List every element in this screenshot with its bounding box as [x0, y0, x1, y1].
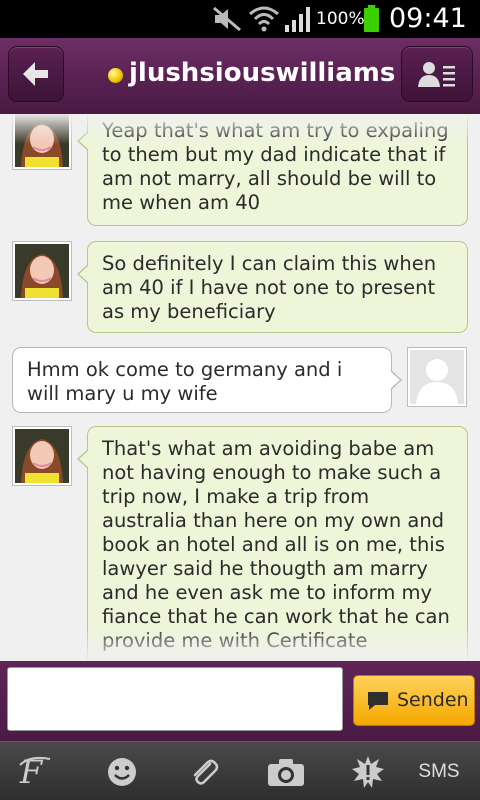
contact-avatar[interactable] — [12, 114, 72, 170]
sms-button[interactable]: SMS — [408, 742, 470, 800]
camera-button[interactable] — [258, 742, 314, 800]
contact-avatar[interactable] — [12, 241, 72, 301]
contact-list-icon — [418, 62, 455, 87]
alert-button[interactable] — [340, 742, 396, 800]
composer-bar: Senden — [0, 661, 480, 741]
message-input[interactable] — [7, 667, 343, 731]
avatar-photo — [15, 429, 69, 483]
message-bubble-incoming[interactable]: So definitely I can claim this when am 4… — [77, 241, 468, 333]
message-bubble-incoming[interactable]: Yeap that's what am try to expaling to t… — [77, 114, 468, 226]
emoji-button[interactable] — [94, 742, 150, 800]
avatar-photo — [15, 244, 69, 298]
avatar-photo — [15, 114, 69, 167]
back-button[interactable] — [8, 46, 64, 102]
font-icon: F — [19, 755, 51, 789]
person-placeholder-icon — [410, 350, 464, 404]
clock: 09:41 — [389, 3, 467, 34]
contact-avatar[interactable] — [12, 426, 72, 486]
send-label: Senden — [397, 689, 469, 711]
wifi-icon — [249, 6, 279, 32]
attach-button[interactable] — [176, 742, 232, 800]
battery-icon — [364, 5, 379, 32]
camera-icon — [268, 758, 304, 786]
alert-icon — [352, 755, 384, 788]
contact-name[interactable]: jlushsiouswilliams — [129, 58, 395, 88]
message-bubble-incoming[interactable]: That's what am avoiding babe am not havi… — [77, 426, 468, 661]
contact-details-button[interactable] — [401, 46, 473, 102]
status-bar: 100% 09:41 — [0, 0, 480, 38]
message-bubble-outgoing[interactable]: Hmm ok come to germany and i will mary u… — [12, 347, 402, 413]
chat-bubble-icon — [368, 692, 388, 710]
svg-text:F: F — [19, 755, 44, 789]
battery-percent: 100% — [316, 9, 365, 29]
my-avatar[interactable] — [407, 347, 467, 407]
signal-icon — [285, 7, 310, 32]
back-arrow-icon — [23, 62, 48, 86]
sms-label: SMS — [418, 760, 460, 782]
chat-header: jlushsiouswilliams — [0, 38, 480, 152]
send-button[interactable]: Senden — [353, 675, 475, 726]
message-text: Yeap that's what am try to expaling to t… — [102, 119, 449, 214]
message-text: That's what am avoiding babe am not havi… — [102, 437, 450, 652]
font-style-button[interactable]: F — [8, 742, 64, 800]
online-status-icon — [108, 68, 123, 83]
mute-icon — [213, 6, 241, 32]
bottom-toolbar: F SMS — [0, 741, 480, 800]
message-text: So definitely I can claim this when am 4… — [102, 252, 437, 323]
message-list[interactable]: Yeap that's what am try to expaling to t… — [0, 114, 480, 661]
message-text: Hmm ok come to germany and i will mary u… — [27, 358, 343, 405]
attach-icon — [193, 759, 219, 785]
emoji-icon — [108, 757, 136, 786]
